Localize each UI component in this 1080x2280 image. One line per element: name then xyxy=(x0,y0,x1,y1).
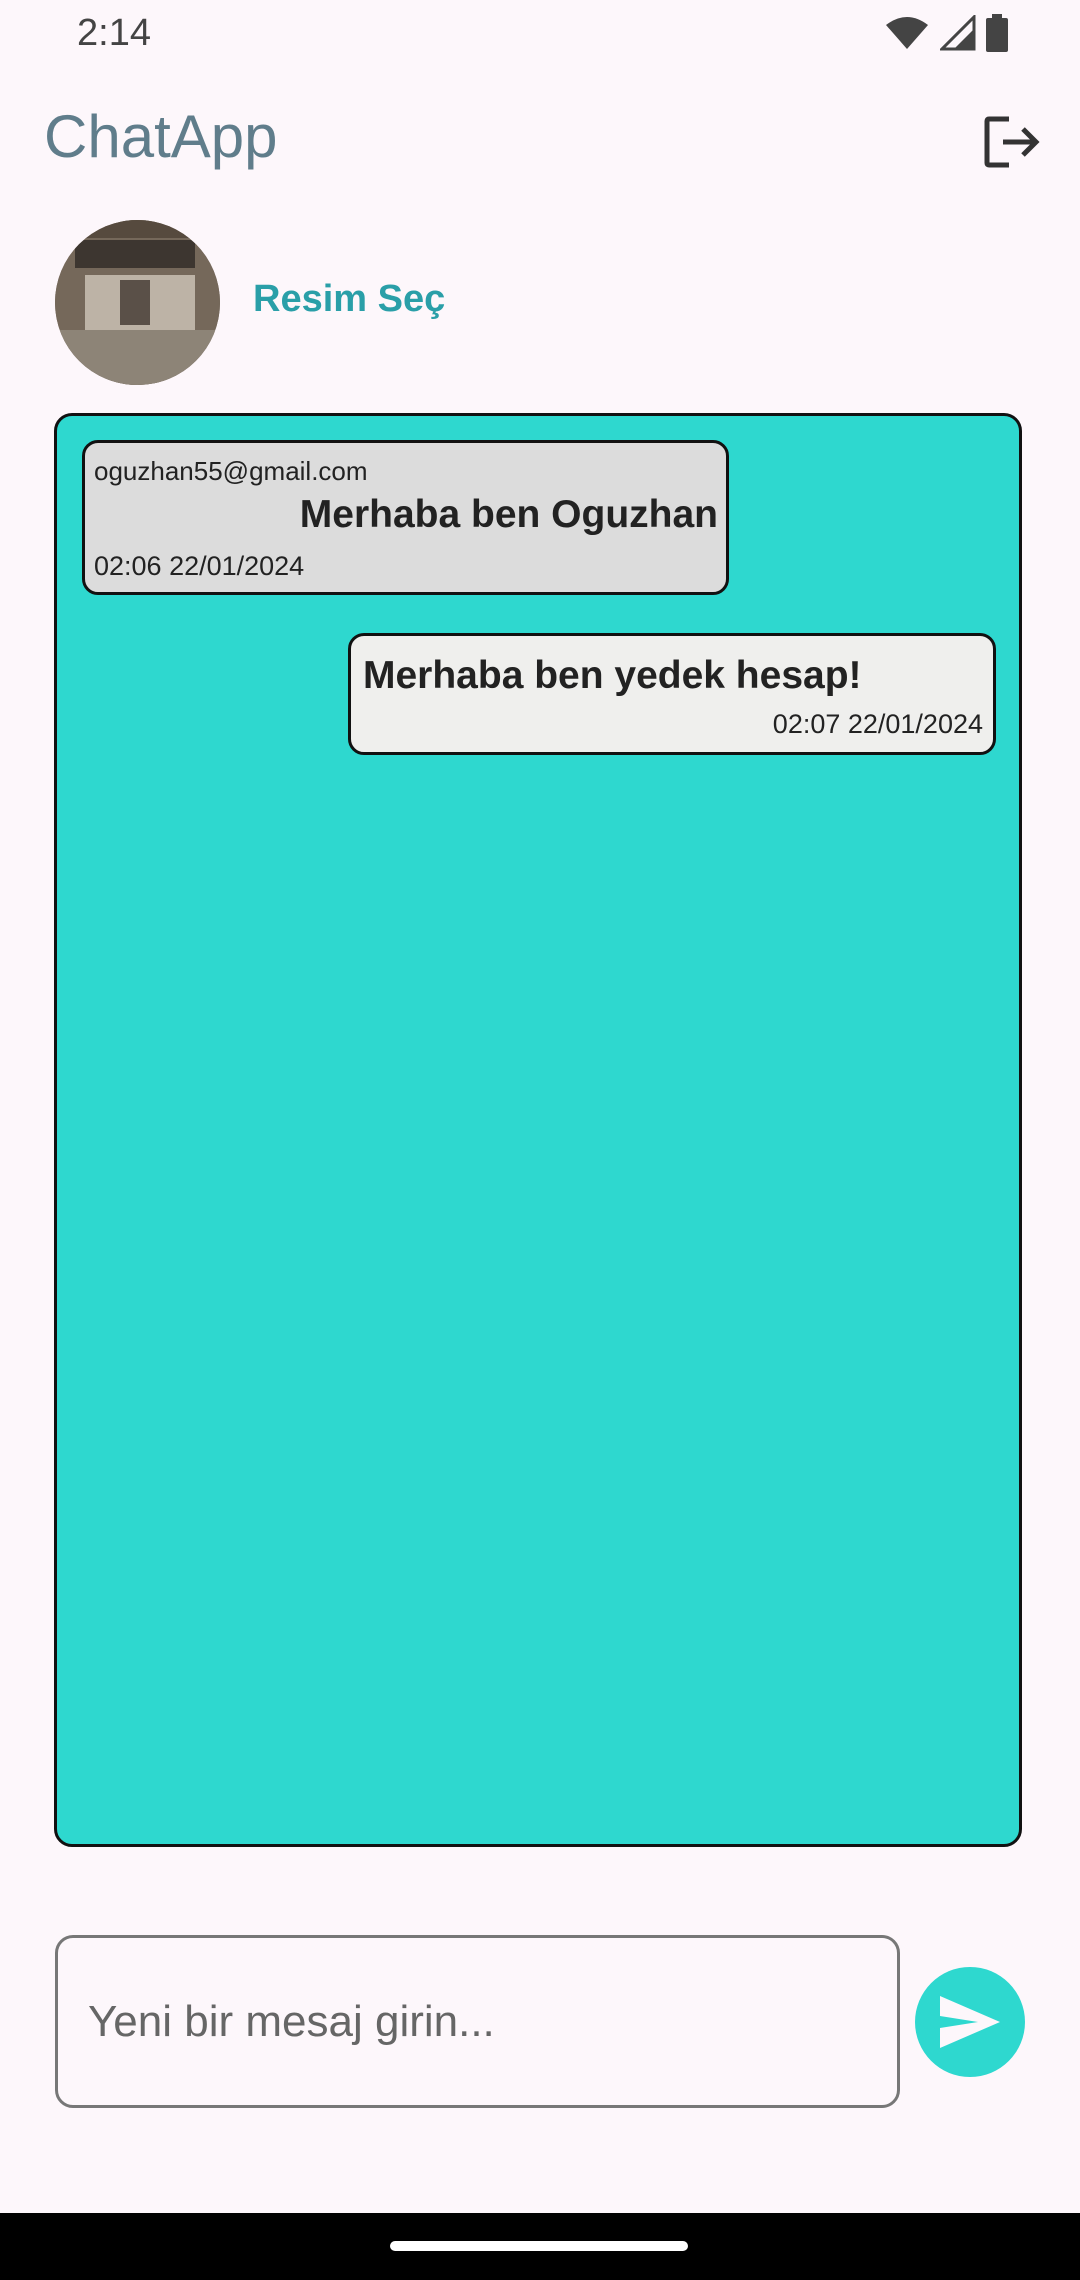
status-time: 2:14 xyxy=(77,12,151,54)
message-input[interactable] xyxy=(55,1935,900,2108)
message-sender: oguzhan55@gmail.com xyxy=(94,456,368,486)
message-text: Merhaba ben Oguzhan xyxy=(299,493,718,536)
send-icon xyxy=(940,1996,1000,2048)
home-handle[interactable] xyxy=(390,2241,688,2251)
message-outgoing: Merhaba ben yedek hesap! 02:07 22/01/202… xyxy=(348,633,996,755)
message-timestamp: 02:07 22/01/2024 xyxy=(772,709,983,739)
status-icons xyxy=(884,14,1008,52)
message-timestamp: 02:06 22/01/2024 xyxy=(94,551,305,581)
wifi-icon xyxy=(886,17,928,49)
status-bar: 2:14 xyxy=(0,0,1080,70)
avatar-image xyxy=(55,220,220,385)
send-button[interactable] xyxy=(915,1967,1025,2077)
profile-avatar[interactable] xyxy=(55,220,220,385)
navigation-bar xyxy=(0,2213,1080,2280)
pick-image-button[interactable]: Resim Seç xyxy=(253,278,445,321)
message-text: Merhaba ben yedek hesap! xyxy=(363,654,862,697)
signal-icon xyxy=(940,15,976,51)
chat-area[interactable] xyxy=(54,413,1022,1847)
logout-button[interactable] xyxy=(982,112,1042,172)
logout-icon xyxy=(984,116,1040,168)
app-bar: ChatApp xyxy=(0,90,1080,190)
app-title: ChatApp xyxy=(44,103,278,170)
message-incoming: oguzhan55@gmail.com Merhaba ben Oguzhan … xyxy=(82,440,729,595)
battery-icon xyxy=(986,14,1008,52)
